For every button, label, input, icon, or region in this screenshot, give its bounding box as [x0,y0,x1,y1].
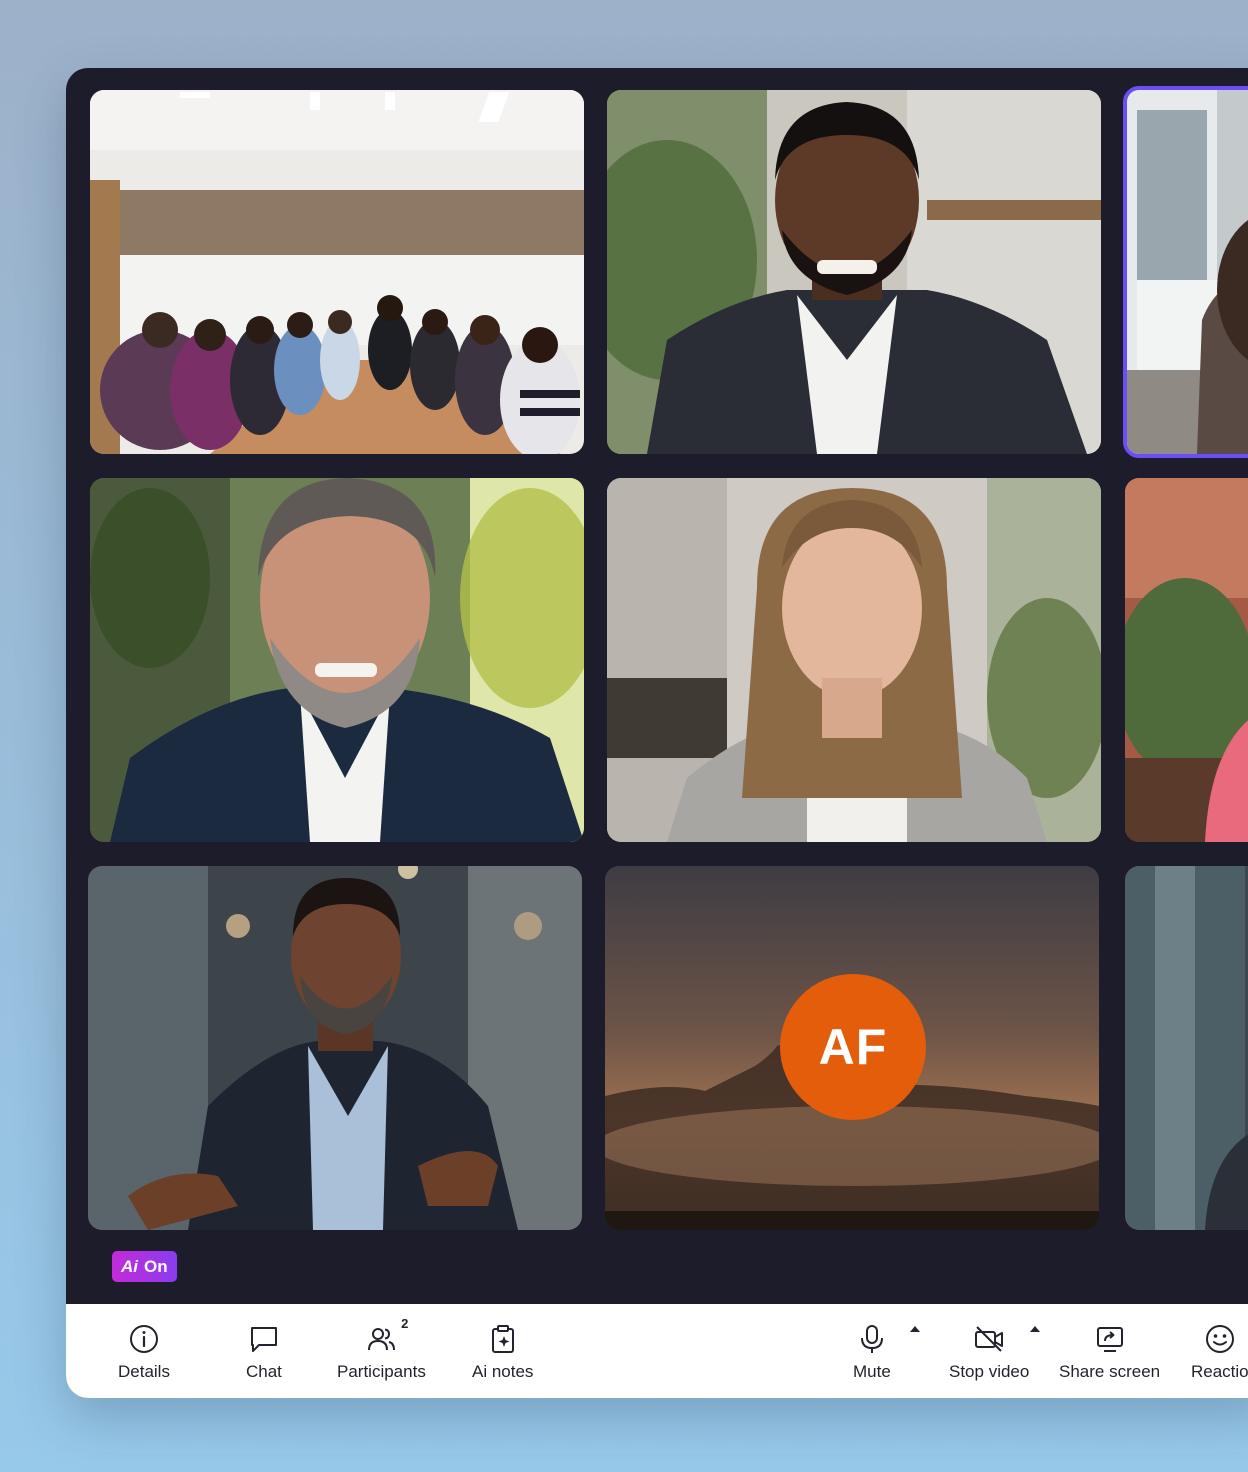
ai-notes-button[interactable]: Ai notes [472,1322,533,1382]
mute-button[interactable]: Mute [853,1322,891,1382]
participant-video-image [1127,90,1248,454]
video-tile-participant-7[interactable] [88,866,582,1230]
ai-notes-label: Ai notes [472,1362,534,1381]
participants-icon: 2 [364,1316,408,1356]
microphone-icon [855,1322,889,1356]
stop-video-label: Stop video [949,1362,1030,1381]
ai-status-badge[interactable]: Ai On [112,1251,177,1282]
participant-video-image [607,478,1101,842]
video-tile-participant-5[interactable] [607,478,1101,842]
details-button[interactable]: Details [118,1322,170,1382]
info-icon [127,1322,161,1356]
meeting-toolbar: Details Chat 2 Participants Ai notes Mut… [66,1304,1248,1398]
reactions-label: Reactio [1191,1362,1248,1381]
participant-video-image [90,478,584,842]
video-tile-participant-9[interactable] [1125,866,1248,1230]
chat-button[interactable]: Chat [246,1322,282,1382]
share-screen-icon [1093,1322,1127,1356]
video-tile-active-speaker[interactable] [1123,86,1248,458]
participant-avatar: AF [780,974,926,1120]
chat-label: Chat [246,1362,282,1381]
participant-video-image [607,90,1101,454]
share-screen-label: Share screen [1059,1362,1161,1381]
meeting-window: AF Ai On Details Chat 2 Participants Ai … [66,68,1248,1398]
stop-video-button[interactable]: Stop video [949,1322,1029,1382]
video-options-caret[interactable] [1030,1326,1040,1332]
participant-video-image [1125,478,1248,842]
ai-icon: Ai [121,1256,138,1276]
mute-label: Mute [853,1362,891,1381]
participant-video-image [88,866,582,1230]
ai-notes-icon [486,1322,520,1356]
participant-video-image [1125,866,1248,1230]
participants-count: 2 [401,1316,409,1331]
conference-room-image [90,90,584,454]
reactions-button[interactable]: Reactio [1191,1322,1248,1382]
share-screen-button[interactable]: Share screen [1059,1322,1160,1382]
ai-status-label: On [144,1256,168,1276]
participants-label: Participants [337,1362,426,1381]
video-tile-participant-4[interactable] [90,478,584,842]
video-off-icon [972,1322,1006,1356]
video-tile-conference-room[interactable] [90,90,584,454]
chat-icon [247,1322,281,1356]
details-label: Details [118,1362,170,1381]
mute-options-caret[interactable] [910,1326,920,1332]
video-tile-participant-2[interactable] [607,90,1101,454]
video-tile-avatar[interactable]: AF [605,866,1099,1230]
smiley-icon [1203,1322,1237,1356]
video-tile-participant-6[interactable] [1125,478,1248,842]
participants-button[interactable]: 2 Participants [337,1316,426,1382]
